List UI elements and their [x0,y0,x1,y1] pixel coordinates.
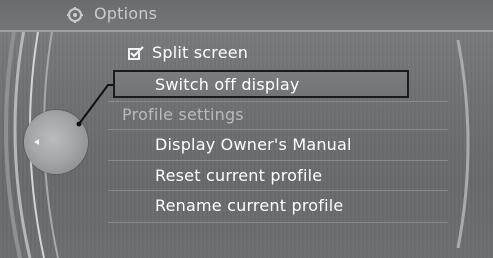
menu-item-split-screen[interactable]: Split screen [128,43,248,62]
split-screen-label: Split screen [152,43,249,62]
divider [108,129,448,130]
checkbox-checked-icon[interactable] [128,45,144,60]
divider [108,190,448,191]
menu-item-switch-off-display[interactable]: Switch off display [113,70,409,98]
divider [108,222,448,223]
divider [108,160,448,161]
menu-item-reset-current-profile[interactable]: Reset current profile [155,166,322,185]
divider [108,101,448,102]
menu-item-display-owners-manual[interactable]: Display Owner's Manual [155,135,352,154]
switch-off-display-label: Switch off display [155,75,300,94]
menu-item-rename-current-profile[interactable]: Rename current profile [155,196,343,215]
options-screen: Options Split screen Switch off display … [0,0,493,258]
section-header-profile-settings: Profile settings [122,105,244,124]
